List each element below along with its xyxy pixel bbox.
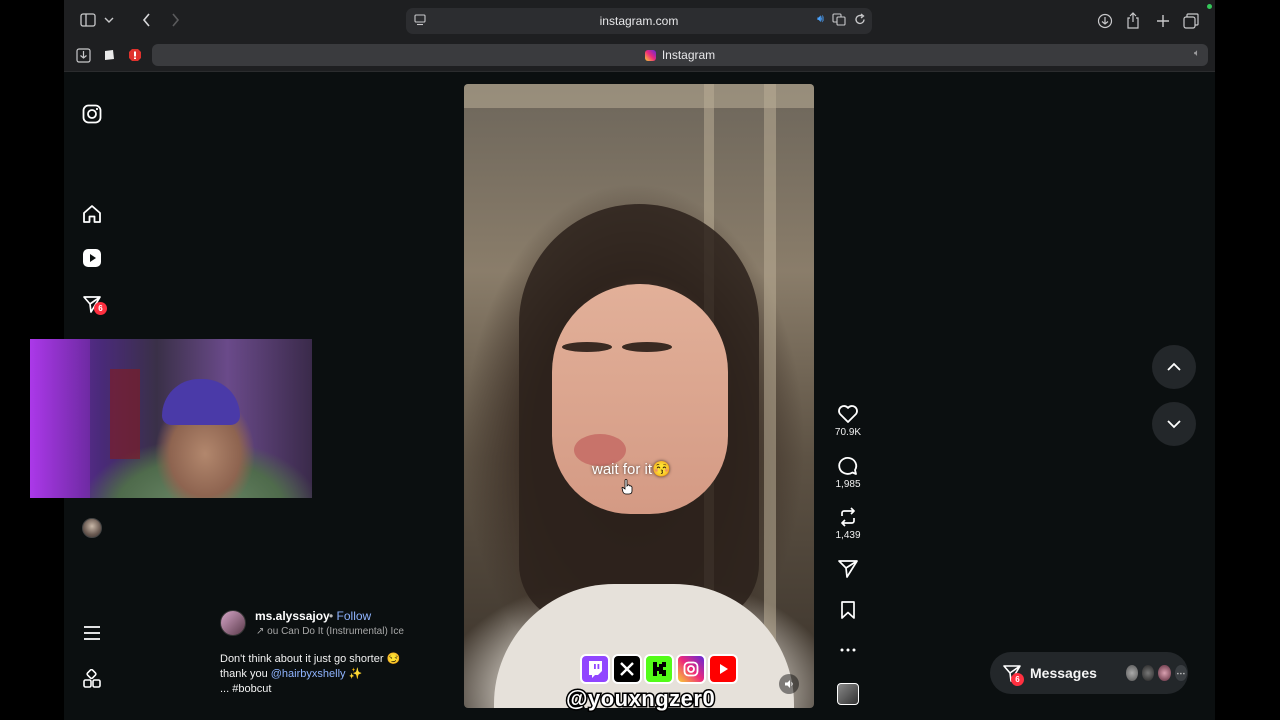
extension-icon[interactable]	[100, 46, 118, 64]
caption-line-3[interactable]: ... #bobcut	[220, 682, 430, 697]
menu-icon[interactable]	[80, 621, 104, 645]
page-menu-icon[interactable]	[414, 14, 426, 29]
address-bar[interactable]: instagram.com 🔊︎	[406, 8, 872, 34]
caption-mention-link[interactable]: @hairbyxshelly	[271, 668, 346, 680]
audio-track-label: ou Can Do It (Instrumental) Ice	[267, 626, 404, 637]
more-options-button[interactable]	[828, 642, 868, 658]
chevron-down-icon	[1167, 420, 1181, 429]
reel-caption: Don't think about it just go shorter 😏 t…	[220, 652, 430, 697]
twitch-icon	[580, 654, 610, 684]
bookmark-icon	[841, 601, 855, 619]
next-reel-button[interactable]	[1152, 402, 1196, 446]
audio-playing-icon[interactable]: 🔊︎	[817, 13, 824, 26]
new-tab-icon[interactable]	[1154, 12, 1172, 30]
tab-audio-icon[interactable]: 🔈︎	[1194, 48, 1200, 59]
caption-prefix: thank you	[220, 668, 271, 680]
follow-label: Follow	[336, 609, 372, 623]
direct-messages-icon[interactable]: 6	[80, 292, 107, 316]
follow-dot: •	[329, 609, 334, 623]
camera-indicator-icon	[1207, 4, 1212, 9]
kick-icon	[644, 654, 674, 684]
sidebar-toggle-icon[interactable]	[78, 10, 98, 30]
caption-line-2: thank you @hairbyxshelly ✨	[220, 667, 430, 682]
messages-badge: 6	[1011, 673, 1024, 686]
save-button[interactable]	[828, 600, 868, 620]
audio-track[interactable]: ↗ ou Can Do It (Instrumental) Ice	[256, 626, 404, 637]
tab-title: Instagram	[661, 48, 716, 62]
reel-overlay-text: wait for it😚	[592, 461, 671, 478]
notification-badge: 6	[94, 302, 107, 315]
extension-download-icon[interactable]	[74, 46, 92, 64]
caption-line-1: Don't think about it just go shorter 😏	[220, 653, 401, 665]
instagram-logo-icon[interactable]	[80, 102, 104, 126]
tab-instagram[interactable]: Instagram 🔈︎	[152, 44, 1208, 66]
heart-icon	[838, 405, 858, 423]
reel-video[interactable]	[464, 84, 814, 708]
like-count: 70.9K	[834, 427, 862, 438]
forward-icon[interactable]	[166, 10, 184, 30]
comment-button[interactable]: 1,985	[828, 456, 868, 490]
mute-toggle-icon[interactable]	[779, 674, 799, 694]
send-icon	[838, 560, 858, 578]
streamer-handle: @youxngzer0	[564, 685, 716, 713]
comment-icon	[838, 457, 858, 475]
tab-overview-icon[interactable]	[1182, 12, 1200, 30]
message-avatar	[1141, 664, 1156, 682]
share-icon[interactable]	[1124, 11, 1142, 29]
instagram-icon	[676, 654, 706, 684]
chevron-down-icon[interactable]	[102, 12, 116, 28]
creator-username[interactable]: ms.alyssajoy	[255, 609, 330, 623]
x-icon	[612, 654, 642, 684]
profile-avatar[interactable]	[80, 516, 104, 540]
more-apps-icon[interactable]	[80, 667, 104, 691]
ellipsis-icon	[840, 648, 856, 652]
repost-button[interactable]: 1,439	[828, 507, 868, 541]
message-avatar	[1124, 664, 1140, 682]
messages-label: Messages	[1030, 665, 1097, 681]
chevron-up-icon	[1167, 362, 1181, 371]
streamer-webcam	[30, 339, 312, 498]
comment-count: 1,985	[835, 479, 861, 490]
translate-icon[interactable]	[832, 13, 846, 29]
messages-send-icon: 6	[1002, 663, 1024, 686]
stream-social-icons	[580, 654, 738, 684]
repost-icon	[841, 507, 855, 527]
instagram-favicon-icon	[644, 49, 656, 61]
audio-thumbnail[interactable]	[828, 683, 868, 705]
like-button[interactable]: 70.9K	[828, 404, 868, 438]
previous-reel-button[interactable]	[1152, 345, 1196, 389]
url-text: instagram.com	[599, 14, 679, 28]
reels-icon[interactable]	[80, 246, 104, 270]
adblock-icon[interactable]	[126, 46, 144, 64]
arrow-up-right-icon: ↗	[256, 626, 265, 637]
hand-cursor-icon	[621, 479, 633, 495]
messages-button[interactable]: 6 Messages ⋯	[990, 652, 1188, 694]
back-icon[interactable]	[138, 10, 156, 30]
message-avatar	[1157, 664, 1172, 682]
creator-avatar[interactable]	[220, 610, 246, 636]
follow-button[interactable]: • Follow	[329, 609, 371, 623]
more-avatars-icon: ⋯	[1173, 664, 1188, 682]
repost-count: 1,439	[835, 530, 861, 541]
home-icon[interactable]	[80, 202, 104, 226]
downloads-icon[interactable]	[1096, 12, 1114, 30]
share-button[interactable]	[828, 559, 868, 579]
caption-suffix: ✨	[345, 668, 363, 680]
youtube-icon	[708, 654, 738, 684]
reload-icon[interactable]	[854, 13, 866, 29]
